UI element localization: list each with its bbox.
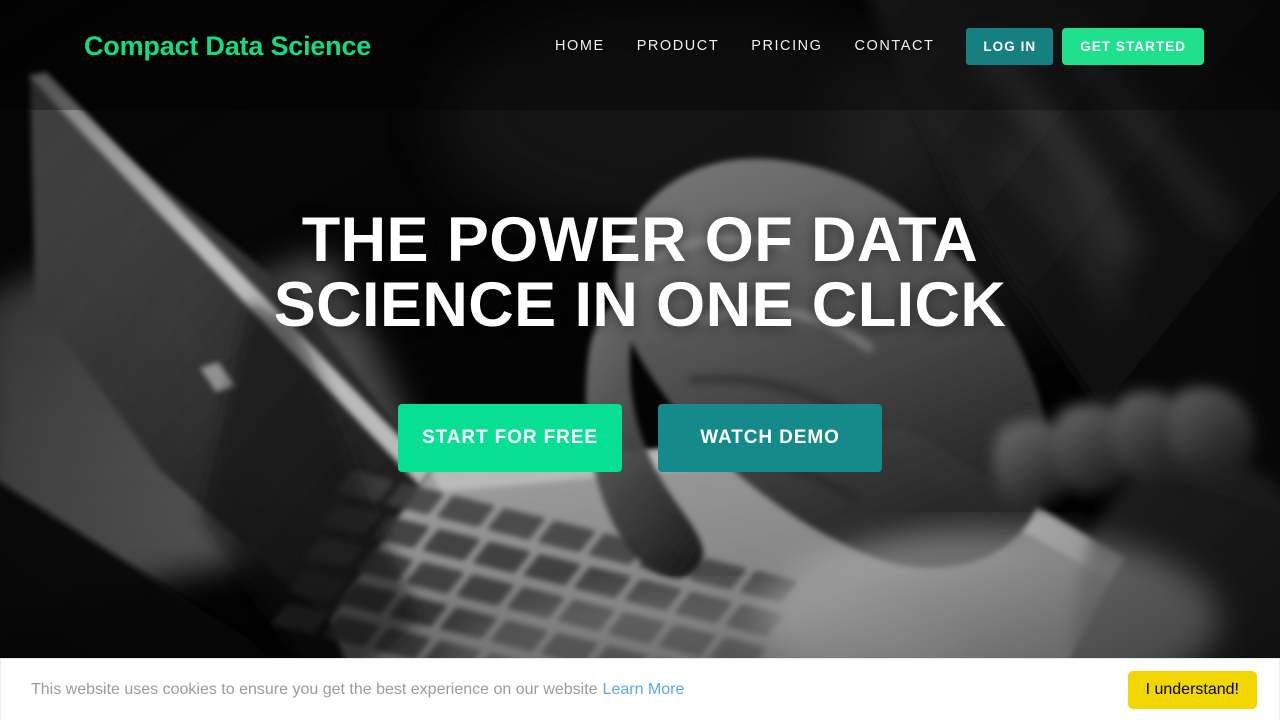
nav-item-contact[interactable]: CONTACT xyxy=(839,28,951,64)
site-header: Compact Data Science HOME PRODUCT PRICIN… xyxy=(0,0,1280,92)
hero-section: THE POWER OF DATA SCIENCE IN ONE CLICK S… xyxy=(0,0,1280,720)
hero-cta-group: START FOR FREE WATCH DEMO xyxy=(398,404,882,472)
page-root: Compact Data Science HOME PRODUCT PRICIN… xyxy=(0,0,1280,720)
cookie-consent-banner: This website uses cookies to ensure you … xyxy=(0,658,1280,720)
log-in-button[interactable]: LOG IN xyxy=(966,27,1054,65)
page-title: THE POWER OF DATA SCIENCE IN ONE CLICK xyxy=(274,208,1007,338)
nav-item-product[interactable]: PRODUCT xyxy=(621,28,736,64)
cookie-learn-more-link[interactable]: Learn More xyxy=(603,681,685,699)
cookie-accept-button[interactable]: I understand! xyxy=(1127,670,1257,709)
start-for-free-button[interactable]: START FOR FREE xyxy=(398,404,622,472)
get-started-button[interactable]: GET STARTED xyxy=(1062,27,1204,65)
hero-title-line-1: THE POWER OF DATA xyxy=(301,205,979,275)
cookie-message: This website uses cookies to ensure you … xyxy=(31,680,598,698)
primary-navigation: HOME PRODUCT PRICING CONTACT LOG IN GET … xyxy=(539,27,1204,65)
nav-item-home[interactable]: HOME xyxy=(539,28,621,64)
site-logo[interactable]: Compact Data Science xyxy=(84,31,371,62)
nav-item-pricing[interactable]: PRICING xyxy=(735,28,838,64)
hero-title-line-2: SCIENCE IN ONE CLICK xyxy=(273,270,1007,340)
watch-demo-button[interactable]: WATCH DEMO xyxy=(658,404,882,472)
